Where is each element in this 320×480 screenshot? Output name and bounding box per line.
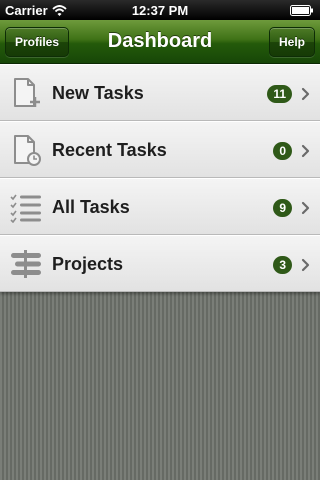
new-task-icon — [14, 78, 40, 107]
menu-item-new-tasks[interactable]: New Tasks 11 — [0, 64, 320, 121]
page-title: Dashboard — [107, 30, 213, 52]
battery-icon — [290, 5, 313, 16]
menu-item-all-tasks[interactable]: All Tasks 9 — [0, 178, 320, 235]
menu-item-projects[interactable]: Projects 3 — [0, 235, 320, 292]
chevron-right-icon — [301, 258, 310, 272]
count-badge: 3 — [273, 256, 292, 274]
chevron-right-icon — [301, 87, 310, 101]
chevron-right-icon — [301, 201, 310, 215]
status-bar: Carrier 12:37 PM — [0, 0, 320, 20]
checklist-icon — [10, 194, 41, 223]
recent-task-icon — [14, 135, 41, 166]
count-badge: 9 — [273, 199, 292, 217]
help-button[interactable]: Help — [268, 27, 315, 57]
menu-item-label: Projects — [52, 254, 124, 274]
menu-item-label: Recent Tasks — [52, 140, 167, 160]
projects-icon — [11, 250, 41, 278]
count-badge: 11 — [267, 85, 292, 103]
profiles-button[interactable]: Profiles — [5, 27, 70, 57]
status-time: 12:37 PM — [131, 3, 189, 18]
chevron-right-icon — [301, 144, 310, 158]
menu-item-label: New Tasks — [52, 83, 144, 103]
menu-item-recent-tasks[interactable]: Recent Tasks 0 — [0, 121, 320, 178]
menu-item-label: All Tasks — [52, 197, 130, 217]
dashboard-menu: New Tasks 11 Recent Tasks 0 All Tasks 9 … — [0, 64, 320, 292]
count-badge: 0 — [273, 142, 292, 160]
navigation-bar: Profiles Dashboard Help — [0, 20, 320, 64]
